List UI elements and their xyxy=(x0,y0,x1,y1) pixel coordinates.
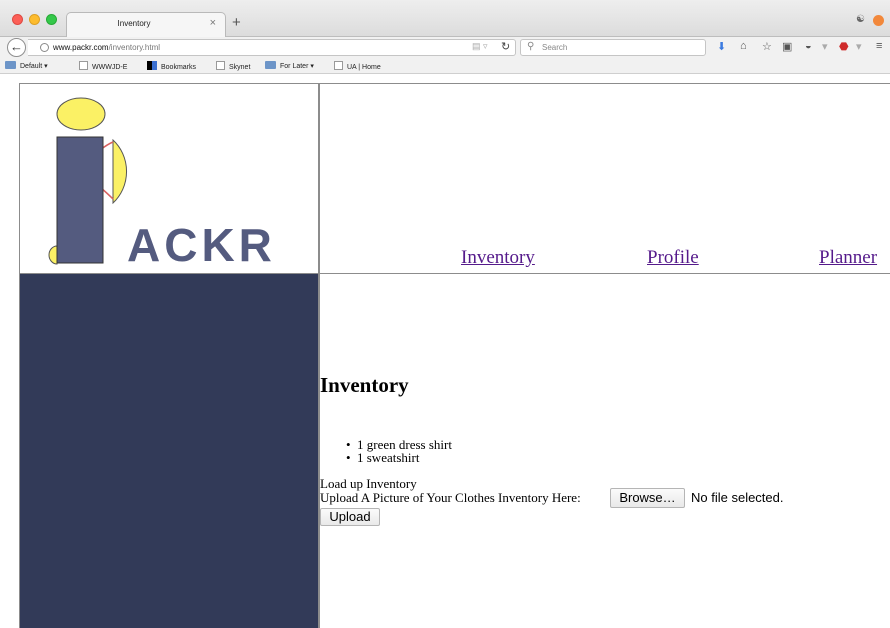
bookmark-ua-home[interactable]: UA | Home xyxy=(334,61,381,71)
page-icon xyxy=(79,61,88,70)
tab-title: Inventory xyxy=(117,19,151,28)
page-viewport: ACKR Inventory Profile Planner Inventory… xyxy=(9,74,890,628)
chevron-down-icon[interactable]: ▾ xyxy=(856,40,862,53)
bookmarks-toolbar: Default ▾ WWWJD-E Bookmarks Skynet For L… xyxy=(0,58,890,74)
back-arrow-icon[interactable]: ← xyxy=(7,38,26,57)
url-domain: www.packr.com xyxy=(53,43,109,52)
page-icon xyxy=(334,61,343,70)
firefox-account-icon[interactable] xyxy=(873,15,884,26)
new-tab-button[interactable]: + xyxy=(232,14,241,31)
folder-icon xyxy=(265,61,276,69)
bookmark-label: WWWJD-E xyxy=(92,64,128,71)
bookmark-label: Default ▾ xyxy=(20,63,48,70)
bookmarks-icon xyxy=(147,61,157,70)
browse-button[interactable]: Browse… xyxy=(610,488,685,508)
search-bar[interactable]: ⚲ Search xyxy=(520,39,706,56)
upload-button[interactable]: Upload xyxy=(320,508,380,526)
chevron-down-icon[interactable]: ▾ xyxy=(822,40,828,53)
page-title: Inventory xyxy=(320,373,409,397)
browser-tab[interactable]: Inventory × xyxy=(66,12,226,38)
bookmark-skynet[interactable]: Skynet xyxy=(216,61,250,71)
sidebar xyxy=(19,274,319,628)
inventory-list: 1 green dress shirt 1 sweatshirt xyxy=(346,438,452,464)
extension-icon[interactable]: ☯ xyxy=(856,14,865,25)
clipboard-icon[interactable]: ▣ xyxy=(782,40,792,53)
nav-link-profile[interactable]: Profile xyxy=(647,247,699,269)
adblock-icon[interactable]: ⬣ xyxy=(839,40,849,53)
bookmark-bookmarks[interactable]: Bookmarks xyxy=(147,61,196,71)
close-window-button[interactable] xyxy=(12,14,23,25)
globe-icon xyxy=(40,43,49,52)
bookmark-for-later[interactable]: For Later ▾ xyxy=(265,61,314,70)
reader-view-icon[interactable]: ▤ ▿ xyxy=(472,41,488,52)
tab-close-icon[interactable]: × xyxy=(210,17,216,29)
browser-titlebar: Inventory × + ☯ xyxy=(0,0,890,38)
page-icon xyxy=(216,61,225,70)
folder-icon xyxy=(5,61,16,69)
bookmark-wwwjd-e[interactable]: WWWJD-E xyxy=(79,61,127,71)
bookmark-label: UA | Home xyxy=(347,64,381,71)
minimize-window-button[interactable] xyxy=(29,14,40,25)
download-icon[interactable]: ⬇ xyxy=(717,40,726,53)
search-icon: ⚲ xyxy=(527,41,535,52)
logo-cell: ACKR xyxy=(19,83,319,274)
nav-link-planner[interactable]: Planner xyxy=(819,247,877,269)
url-bar[interactable]: www.packr.com/inventory.html ▤ ▿ ↻ xyxy=(28,39,516,56)
upload-label: Upload A Picture of Your Clothes Invento… xyxy=(320,490,581,505)
zoom-window-button[interactable] xyxy=(46,14,57,25)
list-item: 1 sweatshirt xyxy=(346,451,452,464)
pocket-icon[interactable]: ◒ xyxy=(805,40,812,52)
home-icon[interactable]: ⌂ xyxy=(740,40,747,52)
browser-navbar: ← www.packr.com/inventory.html ▤ ▿ ↻ ⚲ S… xyxy=(0,37,890,58)
bookmark-label: For Later ▾ xyxy=(280,63,314,70)
reload-icon[interactable]: ↻ xyxy=(501,40,510,53)
url-text[interactable]: www.packr.com/inventory.html xyxy=(53,43,160,52)
bookmark-label: Skynet xyxy=(229,64,251,71)
nav-link-inventory[interactable]: Inventory xyxy=(461,247,535,269)
bookmark-default[interactable]: Default ▾ xyxy=(5,61,48,70)
bookmark-star-icon[interactable]: ☆ xyxy=(762,40,772,53)
bookmark-label: Bookmarks xyxy=(161,64,197,71)
logo-wordmark: ACKR xyxy=(127,219,276,271)
url-path: /inventory.html xyxy=(108,43,161,52)
nav-cell xyxy=(319,83,890,274)
file-status: No file selected. xyxy=(691,490,784,505)
search-input[interactable]: Search xyxy=(542,43,567,52)
menu-icon[interactable]: ≡ xyxy=(876,40,882,52)
